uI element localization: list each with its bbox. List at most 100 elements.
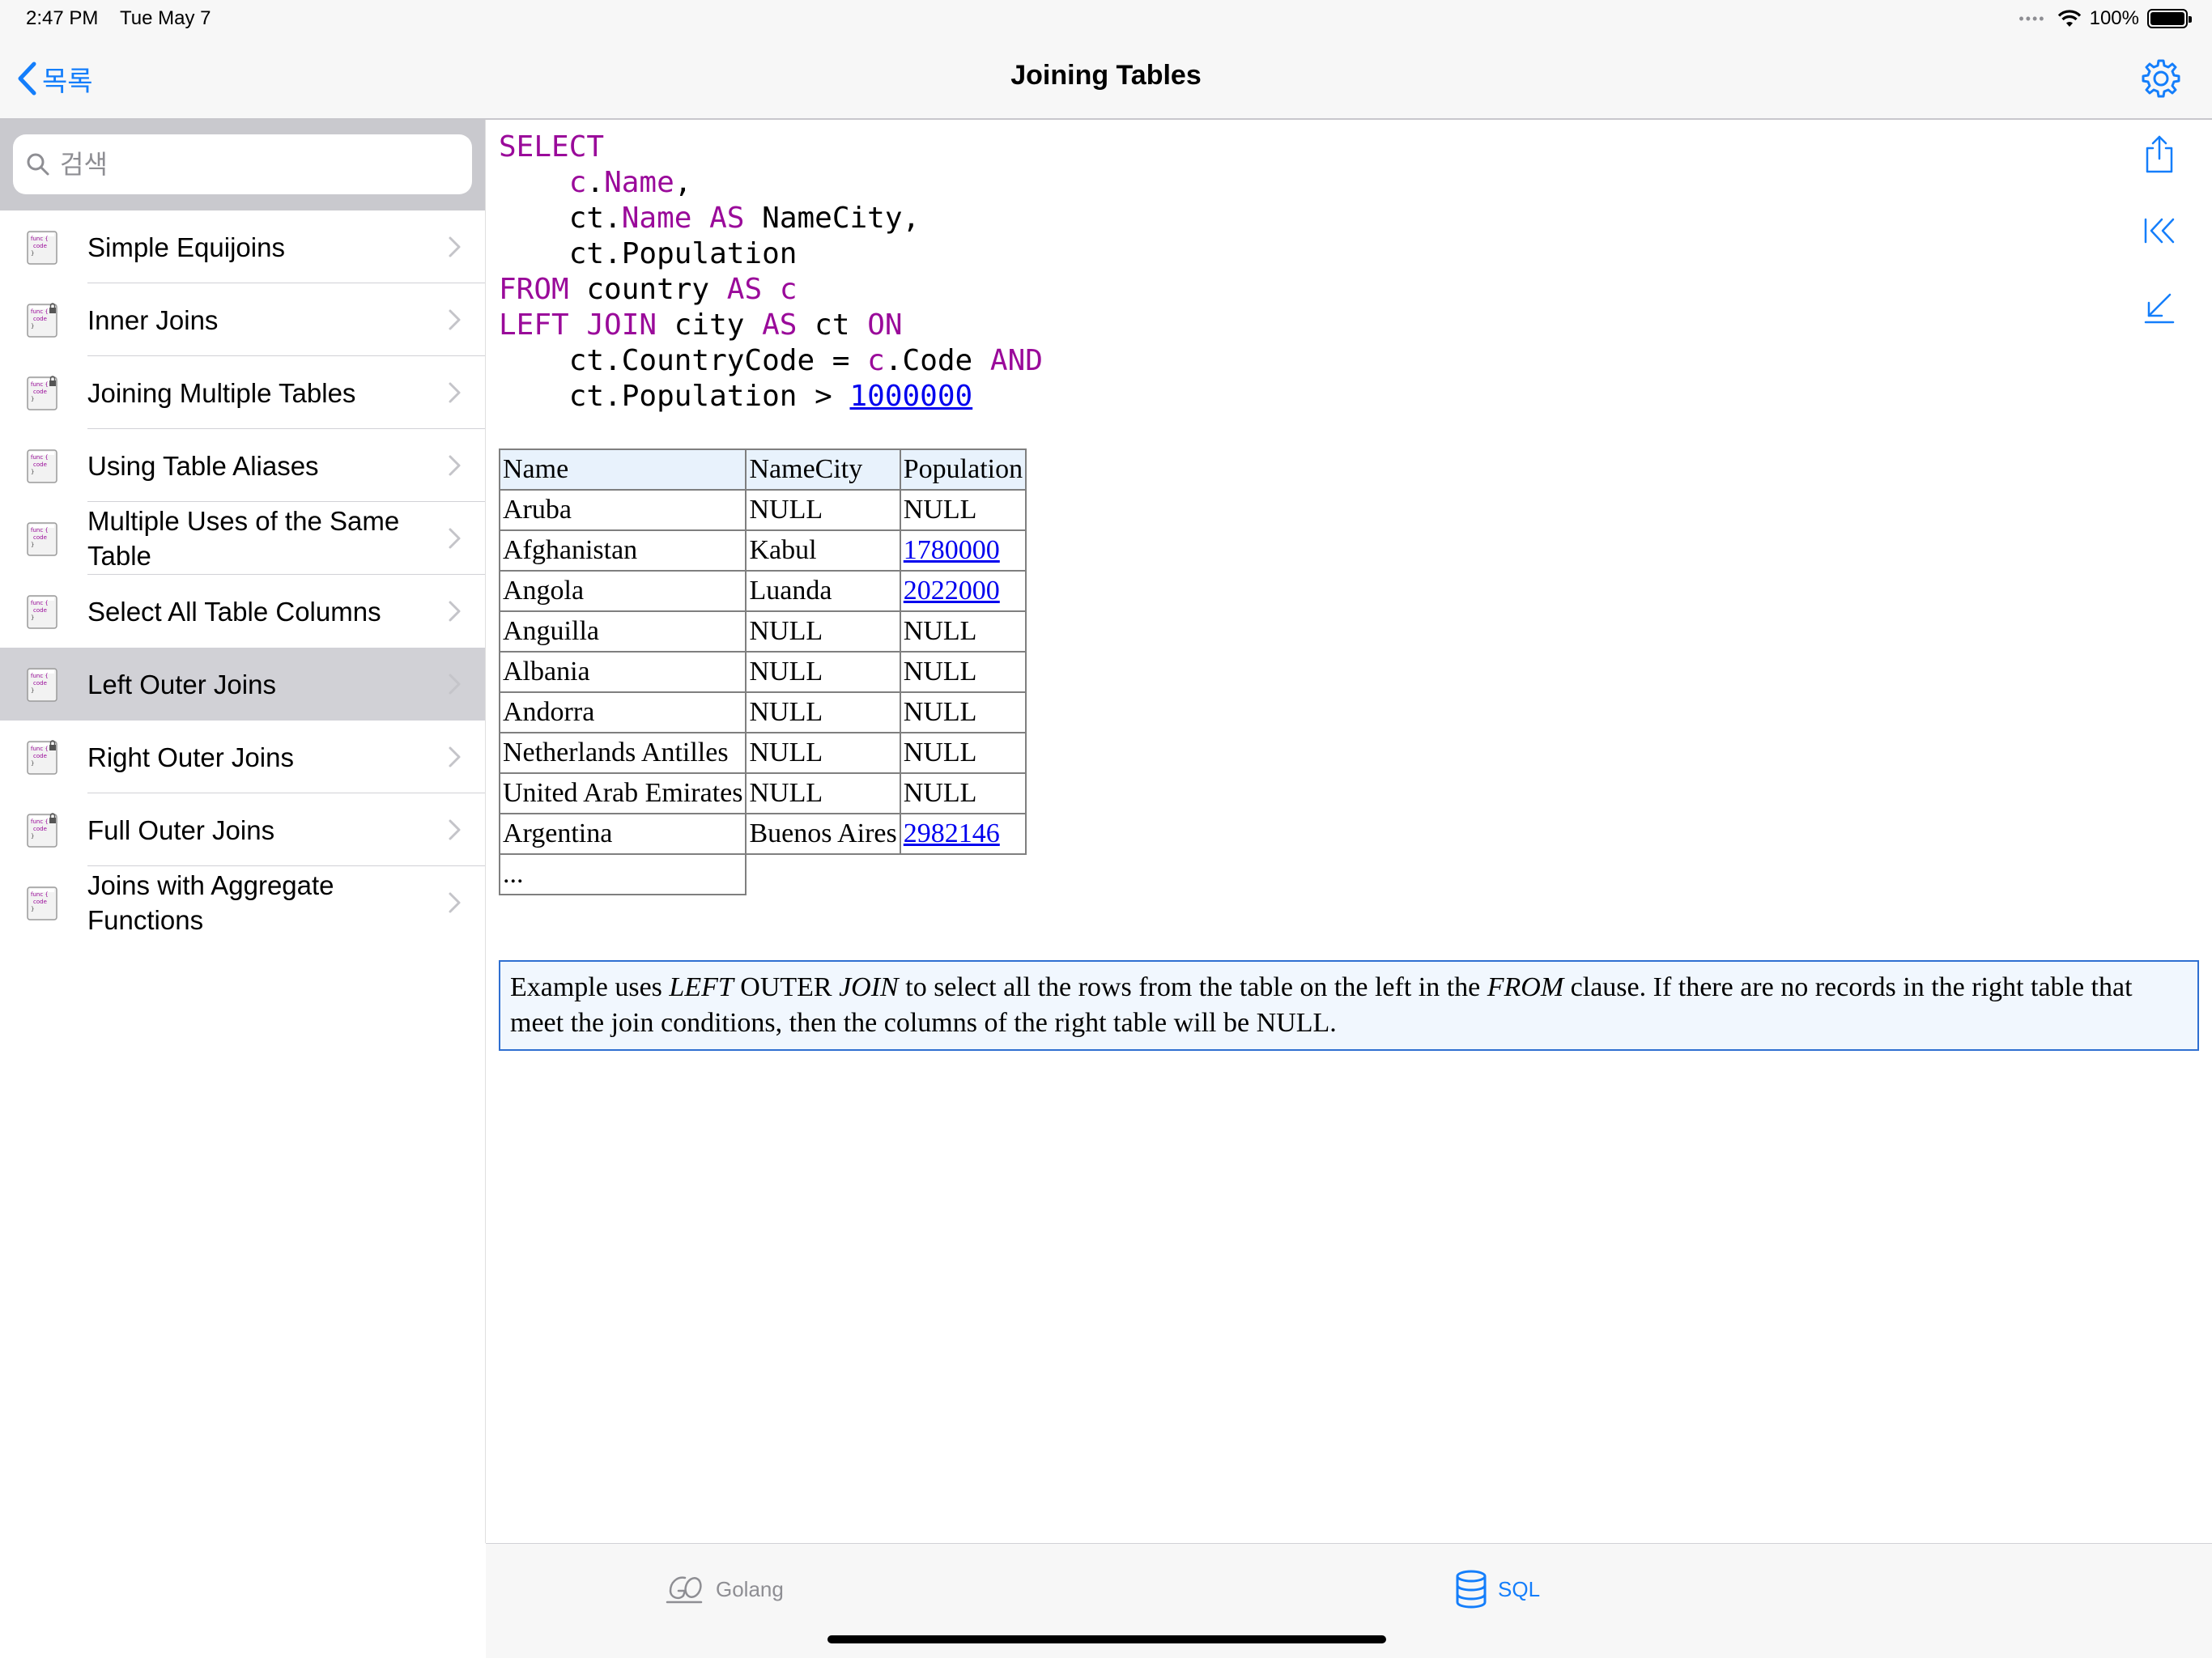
search-box[interactable] bbox=[13, 134, 472, 194]
status-bar: 2:47 PM Tue May 7 •••• 100% bbox=[0, 0, 2212, 37]
svg-text:}: } bbox=[31, 906, 34, 912]
table-row: Argentina Buenos Aires 2982146 bbox=[498, 813, 1027, 855]
svg-text:code: code bbox=[33, 316, 47, 322]
table-header-row: Name NameCity Population bbox=[498, 449, 1027, 491]
svg-text:}: } bbox=[31, 396, 34, 402]
sidebar-item[interactable]: func { code } Left Outer Joins bbox=[0, 648, 485, 721]
chevron-right-icon bbox=[448, 381, 462, 404]
code-keyword: AS bbox=[726, 273, 763, 306]
svg-text:}: } bbox=[31, 469, 34, 475]
status-indicators: •••• 100% bbox=[2018, 5, 2192, 32]
code-keyword: AND bbox=[989, 344, 1043, 377]
page-title: Joining Tables bbox=[1010, 60, 1202, 91]
number-link[interactable]: 1780000 bbox=[904, 535, 1000, 565]
svg-text:code: code bbox=[33, 243, 47, 249]
sidebar-item[interactable]: func { code } Full Outer Joins bbox=[0, 793, 485, 866]
tab-golang[interactable]: Golang bbox=[666, 1567, 784, 1612]
table-row: Afghanistan Kabul 1780000 bbox=[498, 529, 1027, 572]
code-text: ct bbox=[797, 308, 868, 342]
table-cell: Buenos Aires bbox=[745, 813, 901, 855]
sidebar-item[interactable]: func { code } Simple Equijoins bbox=[0, 210, 485, 283]
chevron-right-icon bbox=[448, 308, 462, 331]
chevron-right-icon bbox=[448, 673, 462, 695]
svg-text:}: } bbox=[31, 542, 34, 548]
code-keyword: c bbox=[568, 166, 587, 199]
svg-text:func {: func { bbox=[31, 891, 49, 898]
svg-text:func {: func { bbox=[31, 818, 49, 825]
search-icon bbox=[27, 153, 49, 176]
sidebar-item[interactable]: func { code } Select All Table Columns bbox=[0, 575, 485, 648]
table-cell: Argentina bbox=[498, 813, 747, 855]
code-file-icon: func { code } bbox=[26, 886, 60, 921]
chevron-right-icon bbox=[448, 600, 462, 623]
code-keyword: c bbox=[779, 273, 798, 306]
database-icon bbox=[1456, 1570, 1487, 1609]
search-input[interactable] bbox=[60, 149, 449, 180]
status-time: 2:47 PM bbox=[26, 7, 99, 29]
sidebar-item-label: Full Outer Joins bbox=[87, 814, 275, 845]
share-button[interactable] bbox=[2139, 134, 2180, 175]
code-keyword: SELECT bbox=[499, 130, 605, 164]
code-text: city bbox=[657, 308, 763, 342]
svg-text:func {: func { bbox=[31, 600, 49, 606]
go-to-start-button[interactable] bbox=[2139, 210, 2180, 251]
number-link[interactable]: 2982146 bbox=[904, 818, 1000, 848]
status-date: Tue May 7 bbox=[120, 7, 211, 29]
table-cell: NULL bbox=[745, 691, 901, 733]
chevron-right-icon bbox=[448, 818, 462, 841]
table-cell: NULL bbox=[899, 489, 1027, 531]
sidebar-item[interactable]: func { code } Multiple Uses of the Same … bbox=[0, 502, 485, 575]
chevron-right-icon bbox=[448, 891, 462, 914]
tab-sql[interactable]: SQL bbox=[1454, 1567, 1540, 1612]
locked-code-file-icon: func { code } bbox=[26, 376, 60, 411]
code-text: ct.Population bbox=[499, 237, 798, 270]
table-cell: NULL bbox=[899, 772, 1027, 814]
code-number-link[interactable]: 1000000 bbox=[849, 380, 972, 413]
scroll-to-bottom-icon bbox=[2144, 293, 2175, 324]
sidebar-item[interactable]: func { code } Joins with Aggregate Funct… bbox=[0, 866, 485, 939]
svg-text:code: code bbox=[33, 680, 47, 687]
code-file-icon: func { code } bbox=[26, 521, 60, 557]
svg-text:code: code bbox=[33, 461, 47, 468]
note-text: JOIN bbox=[839, 972, 899, 1002]
sidebar-item[interactable]: func { code } Right Outer Joins bbox=[0, 721, 485, 793]
column-header: Name bbox=[498, 449, 747, 491]
sidebar: func { code } Simple Equijoins func { co… bbox=[0, 120, 486, 1543]
svg-text:func {: func { bbox=[31, 746, 49, 752]
result-table: Name NameCity Population Aruba NULL NULL Afgh… bbox=[498, 449, 1027, 895]
svg-text:}: } bbox=[31, 833, 34, 840]
table-cell: 2022000 bbox=[899, 570, 1027, 612]
share-icon bbox=[2146, 135, 2173, 173]
settings-button[interactable] bbox=[2139, 57, 2183, 100]
code-keyword: ON bbox=[867, 308, 903, 342]
table-cell: NULL bbox=[745, 489, 901, 531]
code-keyword: AS bbox=[762, 308, 798, 342]
note-text: Example uses bbox=[510, 972, 670, 1002]
scroll-to-bottom-button[interactable] bbox=[2139, 287, 2180, 327]
svg-text:}: } bbox=[31, 687, 34, 694]
svg-text:}: } bbox=[31, 614, 34, 621]
svg-text:code: code bbox=[33, 607, 47, 614]
svg-text:}: } bbox=[31, 760, 34, 767]
table-cell: Angola bbox=[498, 570, 747, 612]
tab-golang-label: Golang bbox=[716, 1576, 784, 1601]
sidebar-item[interactable]: func { code } Inner Joins bbox=[0, 283, 485, 356]
number-link[interactable]: 2022000 bbox=[904, 576, 1000, 606]
sidebar-item-label: Simple Equijoins bbox=[87, 232, 285, 262]
table-cell: NULL bbox=[745, 610, 901, 653]
code-text: country bbox=[568, 273, 727, 306]
table-cell: Afghanistan bbox=[498, 529, 747, 572]
sidebar-item[interactable]: func { code } Joining Multiple Tables bbox=[0, 356, 485, 429]
svg-text:code: code bbox=[33, 826, 47, 832]
svg-text:code: code bbox=[33, 534, 47, 541]
battery-percent: 100% bbox=[2089, 7, 2139, 29]
code-keyword: c bbox=[867, 344, 885, 377]
svg-text:code: code bbox=[33, 899, 47, 905]
table-cell: Aruba bbox=[498, 489, 747, 531]
explanation-note: Example uses LEFT OUTER JOIN to select a… bbox=[499, 960, 2199, 1051]
first-page-icon bbox=[2144, 218, 2175, 244]
sidebar-item[interactable]: func { code } Using Table Aliases bbox=[0, 429, 485, 502]
chevron-right-icon bbox=[448, 236, 462, 258]
table-cell: Anguilla bbox=[498, 610, 747, 653]
